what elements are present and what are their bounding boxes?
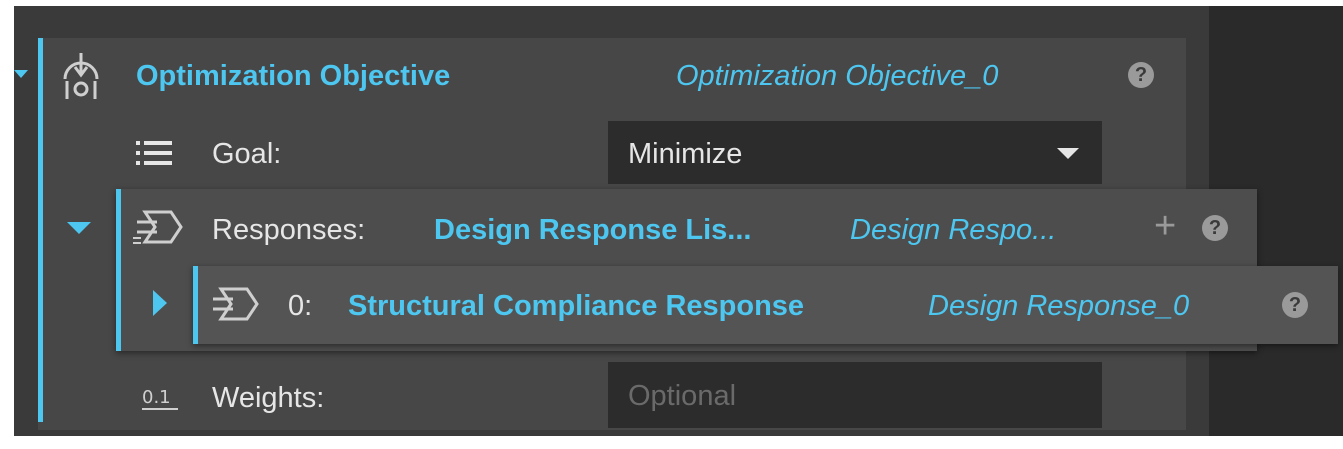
chevron-down-icon[interactable]: [1056, 145, 1080, 161]
response-item-index: 0:: [288, 290, 313, 322]
goal-dropdown[interactable]: Minimize: [608, 121, 1102, 184]
response-icon: [206, 284, 262, 324]
collapse-responses-icon[interactable]: [62, 218, 96, 238]
response-item-help-icon[interactable]: ?: [1282, 292, 1308, 318]
response-item-accent-bar: [193, 266, 198, 344]
objective-accent-bar: [38, 38, 43, 422]
add-response-button[interactable]: +: [1154, 207, 1176, 245]
goal-label: Goal:: [212, 138, 282, 170]
responses-accent-bar: [116, 189, 121, 351]
expand-response-item-icon[interactable]: [150, 288, 170, 318]
responses-help-icon[interactable]: ?: [1202, 215, 1228, 241]
objective-title: Optimization Objective: [136, 60, 451, 92]
response-item-instance-name[interactable]: Design Response_0: [928, 288, 1189, 324]
svg-text:0.1: 0.1: [142, 387, 171, 408]
goal-dropdown-value: Minimize: [628, 138, 743, 170]
weights-placeholder: Optional: [628, 380, 737, 412]
list-icon: [134, 136, 174, 170]
objective-help-icon[interactable]: ?: [1128, 62, 1154, 88]
weights-label: Weights:: [212, 382, 325, 414]
responses-label: Responses:: [212, 214, 366, 246]
weights-input[interactable]: Optional: [608, 362, 1102, 428]
response-item-name: Structural Compliance Response: [348, 290, 805, 322]
objective-instance-name[interactable]: Optimization Objective_0: [676, 58, 998, 94]
response-list-icon: [130, 207, 186, 247]
collapse-objective-icon[interactable]: [14, 64, 28, 84]
objective-icon: [58, 48, 104, 104]
bottom-margin: [0, 436, 1343, 449]
weights-icon: 0.1: [140, 380, 186, 414]
responses-type: Design Response Lis...: [434, 214, 752, 246]
responses-instance-name[interactable]: Design Respo...: [850, 212, 1056, 248]
